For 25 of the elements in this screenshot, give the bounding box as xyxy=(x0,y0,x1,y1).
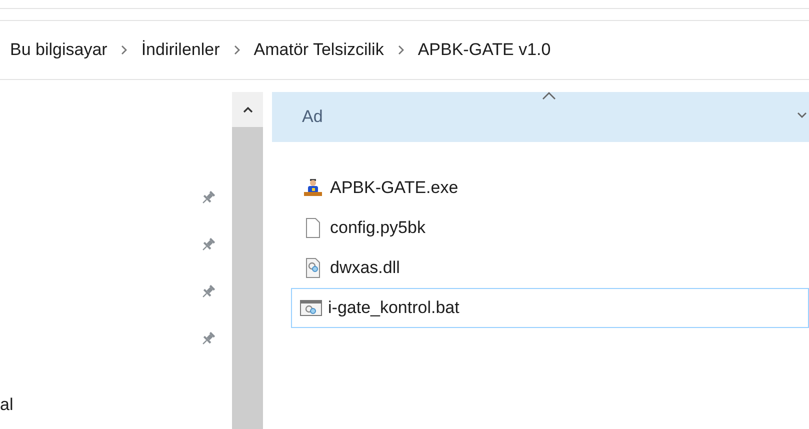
pin-icon[interactable] xyxy=(200,237,216,253)
pin-icon[interactable] xyxy=(200,190,216,206)
breadcrumb-item[interactable]: Bu bilgisayar xyxy=(10,37,108,63)
file-item[interactable]: APBK-GATE.exe xyxy=(300,168,809,208)
column-header[interactable]: Ad xyxy=(272,92,809,142)
file-item[interactable]: i-gate_kontrol.bat xyxy=(291,288,809,328)
sort-caret-icon xyxy=(542,92,556,100)
chevron-right-icon xyxy=(120,45,128,55)
breadcrumb-item[interactable]: APBK-GATE v1.0 xyxy=(418,37,551,63)
blank-file-icon xyxy=(305,218,321,238)
gear-window-icon xyxy=(300,300,322,316)
breadcrumb-item[interactable]: İndirilenler xyxy=(141,37,220,63)
gear-file-icon xyxy=(305,258,321,278)
pin-icon[interactable] xyxy=(200,331,216,347)
file-item[interactable]: dwxas.dll xyxy=(300,248,809,288)
pin-icon[interactable] xyxy=(200,284,216,300)
chevron-right-icon xyxy=(232,45,241,55)
person-at-desk-icon xyxy=(303,178,323,198)
breadcrumb-item[interactable]: Amatör Telsizcilik xyxy=(254,37,384,63)
scroll-up-icon[interactable] xyxy=(242,106,252,113)
nav-label[interactable]: al xyxy=(0,392,14,418)
file-item[interactable]: config.py5bk xyxy=(300,208,809,248)
chevron-down-icon[interactable] xyxy=(797,112,807,119)
scrollbar[interactable] xyxy=(232,92,263,429)
chevron-right-icon xyxy=(396,45,405,55)
